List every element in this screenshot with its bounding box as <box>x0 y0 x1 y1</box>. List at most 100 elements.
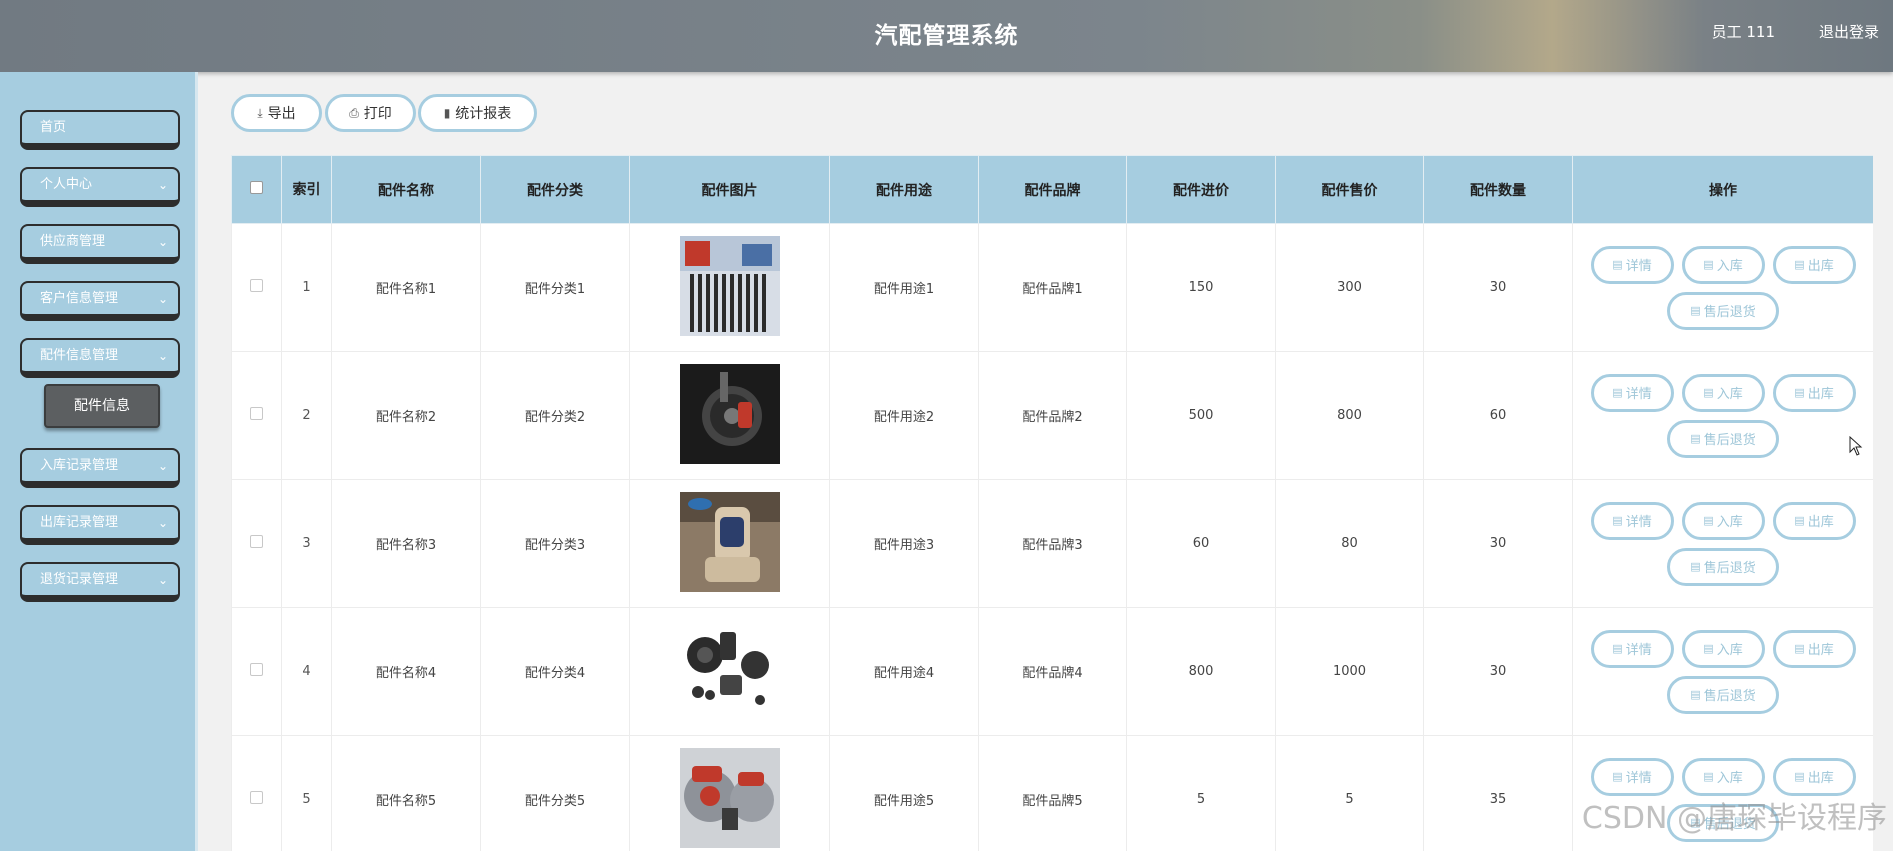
sidebar-item-customers[interactable]: 客户信息管理 ⌄ <box>20 281 180 321</box>
stock-in-button[interactable]: ▤ 入库 <box>1681 245 1765 284</box>
cell-part-category: 配件分类5 <box>480 735 630 851</box>
row-select-cell[interactable] <box>231 607 282 736</box>
sidebar-item-label: 出库记录管理 <box>40 515 119 530</box>
document-icon: ▤ <box>1612 770 1623 783</box>
cell-cost-price: 5 <box>1126 735 1276 851</box>
cell-part-usage: 配件用途4 <box>829 607 979 736</box>
return-button[interactable]: ▤ 售后退货 <box>1667 547 1779 586</box>
brake-caliper-image <box>679 747 780 851</box>
row-select-cell[interactable] <box>231 479 282 608</box>
column-header: 配件进价 <box>1126 155 1276 224</box>
document-icon: ▤ <box>1612 258 1623 271</box>
cell-part-brand: 配件品牌3 <box>978 479 1127 608</box>
document-icon: ▤ <box>1703 514 1714 527</box>
detail-button[interactable]: ▤ 详情 <box>1590 501 1674 540</box>
document-icon: ▤ <box>1794 642 1805 655</box>
row-select-cell[interactable] <box>231 223 282 352</box>
cell-sale-price: 1000 <box>1275 607 1424 736</box>
document-icon: ▤ <box>1703 770 1714 783</box>
chevron-down-icon: ⌄ <box>157 178 168 192</box>
select-all-checkbox[interactable] <box>250 181 263 194</box>
cell-part-name: 配件名称1 <box>331 223 481 352</box>
stock-in-button[interactable]: ▤ 入库 <box>1681 629 1765 668</box>
chevron-down-icon: ⌄ <box>157 573 168 587</box>
top-header: 汽配管理系统 员工 111 退出登录 <box>0 0 1893 72</box>
cell-part-brand: 配件品牌4 <box>978 607 1127 736</box>
document-icon: ▤ <box>1690 560 1701 573</box>
row-checkbox[interactable] <box>250 663 263 676</box>
print-button[interactable]: ⎙ 打印 <box>325 94 416 132</box>
cell-cost-price: 150 <box>1126 223 1276 352</box>
cell-quantity: 30 <box>1423 479 1573 608</box>
cell-sale-price: 800 <box>1275 351 1424 480</box>
return-button[interactable]: ▤ 售后退货 <box>1667 675 1779 714</box>
table-header-row: 索引 配件名称 配件分类 配件图片 配件用途 配件品牌 配件进价 配件售价 配件… <box>231 155 1873 224</box>
cell-quantity: 30 <box>1423 223 1573 352</box>
document-icon: ▤ <box>1703 642 1714 655</box>
return-button[interactable]: ▤ 售后退货 <box>1667 291 1779 330</box>
cell-operations: ▤ 详情 ▤ 入库 ▤ 出库 ▤ 售后退货 <box>1572 351 1873 480</box>
stock-in-button[interactable]: ▤ 入库 <box>1681 757 1765 796</box>
sidebar-item-profile[interactable]: 个人中心 ⌄ <box>20 167 180 207</box>
chevron-down-icon: ⌄ <box>157 459 168 473</box>
column-header: 配件售价 <box>1275 155 1424 224</box>
table-row: 4 配件名称4 配件分类4 配件用途4 配件品牌4 800 1000 30 ▤ 详情 ▤ 入库 ▤ 出库 ▤… <box>231 607 1873 736</box>
cell-part-category: 配件分类2 <box>480 351 630 480</box>
row-select-cell[interactable] <box>231 735 282 851</box>
cell-part-name: 配件名称2 <box>331 351 481 480</box>
cell-part-image <box>629 479 830 608</box>
column-header: 操作 <box>1572 155 1873 224</box>
cell-part-usage: 配件用途5 <box>829 735 979 851</box>
sidebar-item-parts[interactable]: 配件信息管理 ⌄ <box>20 338 180 378</box>
row-checkbox[interactable] <box>250 535 263 548</box>
cell-part-image <box>629 735 830 851</box>
stock-out-button[interactable]: ▤ 出库 <box>1772 757 1856 796</box>
row-checkbox[interactable] <box>250 791 263 804</box>
car-seat-image <box>679 491 780 596</box>
sidebar-item-stock-out[interactable]: 出库记录管理 ⌄ <box>20 505 180 545</box>
sidebar-item-stock-in[interactable]: 入库记录管理 ⌄ <box>20 448 180 488</box>
stock-in-button[interactable]: ▤ 入库 <box>1681 373 1765 412</box>
sidebar-item-returns[interactable]: 退货记录管理 ⌄ <box>20 562 180 602</box>
stock-out-button[interactable]: ▤ 出库 <box>1772 501 1856 540</box>
column-header: 索引 <box>281 155 332 224</box>
row-checkbox[interactable] <box>250 279 263 292</box>
logout-link[interactable]: 退出登录 <box>1819 21 1879 42</box>
cell-quantity: 30 <box>1423 607 1573 736</box>
report-button[interactable]: ▮ 统计报表 <box>418 94 537 132</box>
sidebar-item-suppliers[interactable]: 供应商管理 ⌄ <box>20 224 180 264</box>
stock-out-button[interactable]: ▤ 出库 <box>1772 629 1856 668</box>
column-header: 配件品牌 <box>978 155 1127 224</box>
return-button[interactable]: ▤ 售后退货 <box>1667 419 1779 458</box>
chevron-down-icon: ⌄ <box>157 516 168 530</box>
detail-button[interactable]: ▤ 详情 <box>1590 757 1674 796</box>
stock-out-button[interactable]: ▤ 出库 <box>1772 245 1856 284</box>
cell-sale-price: 5 <box>1275 735 1424 851</box>
document-icon: ▤ <box>1612 386 1623 399</box>
detail-button[interactable]: ▤ 详情 <box>1590 629 1674 668</box>
cell-index: 1 <box>281 223 332 352</box>
column-header: 配件名称 <box>331 155 481 224</box>
document-icon: ▤ <box>1794 770 1805 783</box>
detail-button[interactable]: ▤ 详情 <box>1590 373 1674 412</box>
sidebar-item-label: 入库记录管理 <box>40 458 119 473</box>
stock-in-button[interactable]: ▤ 入库 <box>1681 501 1765 540</box>
sidebar-item-home[interactable]: 首页 <box>20 110 180 150</box>
tools-image <box>679 235 780 340</box>
download-icon: ⤓ <box>257 105 263 120</box>
stock-out-button[interactable]: ▤ 出库 <box>1772 373 1856 412</box>
cell-quantity: 60 <box>1423 351 1573 480</box>
row-checkbox[interactable] <box>250 407 263 420</box>
app-title: 汽配管理系统 <box>874 23 1019 49</box>
cell-part-name: 配件名称5 <box>331 735 481 851</box>
cell-part-brand: 配件品牌5 <box>978 735 1127 851</box>
cell-cost-price: 500 <box>1126 351 1276 480</box>
detail-button[interactable]: ▤ 详情 <box>1590 245 1674 284</box>
export-button[interactable]: ⤓ 导出 <box>231 94 322 132</box>
sidebar-item-label: 首页 <box>40 120 67 135</box>
row-select-cell[interactable] <box>231 351 282 480</box>
current-user: 员工 111 <box>1711 23 1775 41</box>
select-all-cell[interactable] <box>231 155 282 224</box>
sidebar-subitem-parts-info[interactable]: 配件信息 <box>44 384 160 428</box>
sidebar: 首页 个人中心 ⌄ 供应商管理 ⌄ 客户信息管理 ⌄ 配件信息管理 ⌄ 入库记录… <box>0 72 198 851</box>
